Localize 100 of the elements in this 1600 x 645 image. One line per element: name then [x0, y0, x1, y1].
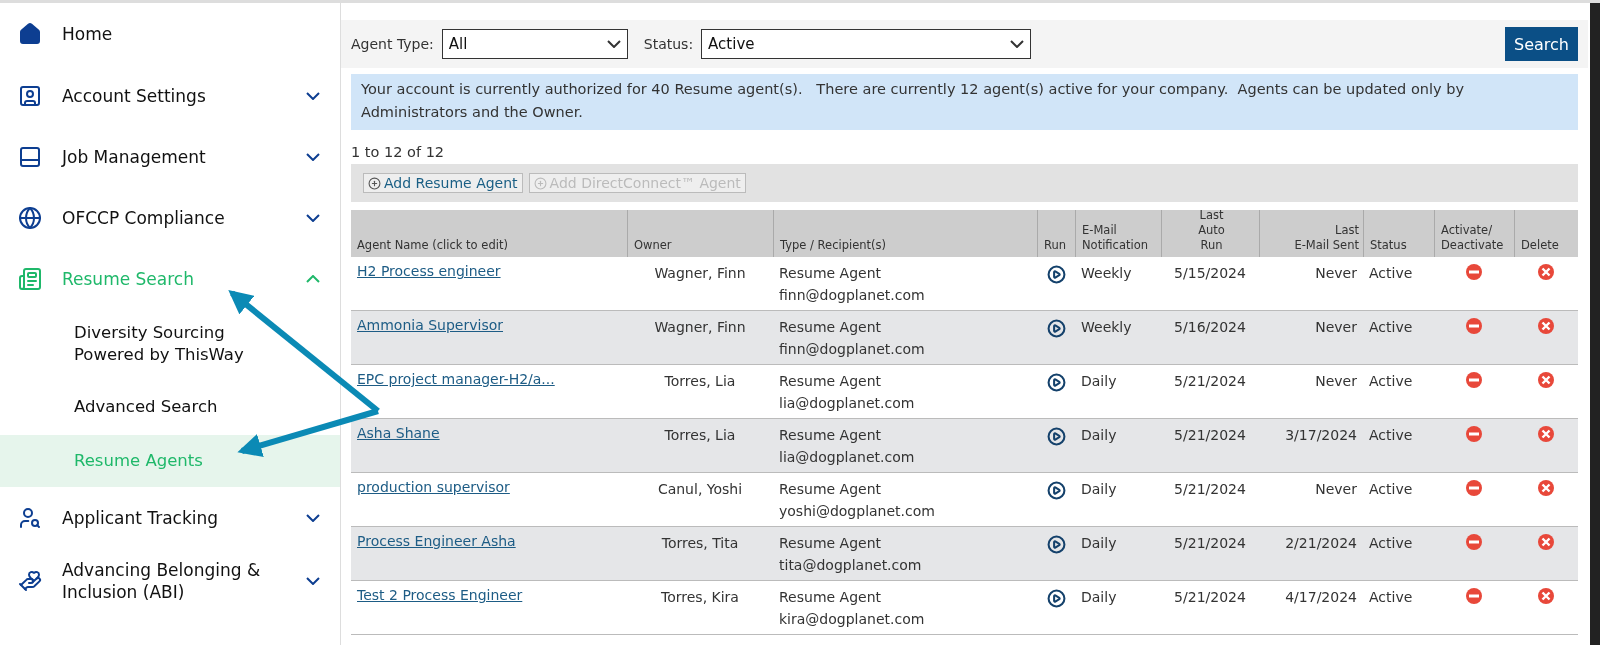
close-circle-icon[interactable] — [1537, 533, 1555, 551]
close-circle-icon[interactable] — [1537, 587, 1555, 605]
last-auto-run-cell-text: 5/16/2024 — [1174, 318, 1246, 337]
status-cell-text: Active — [1369, 264, 1413, 283]
field-label: Status: — [643, 36, 694, 52]
chevron-down-icon — [1010, 40, 1025, 48]
agent-name-link[interactable]: Ammonia Supervisor — [357, 317, 503, 333]
owner-cell-text: Wagner, Finn — [654, 318, 746, 337]
field-label: Agent Type: — [351, 36, 434, 52]
agent-name-link[interactable]: Test 2 Process Engineer — [357, 587, 523, 603]
nav-item[interactable]: Job Management — [0, 126, 340, 187]
agent-name-link[interactable]: EPC project manager-H2/a... — [357, 371, 555, 387]
plus-circle-icon — [533, 176, 547, 190]
recipient-cell-text: yoshi@dogplanet.com — [779, 502, 935, 521]
status-cell-text: Active — [1369, 480, 1413, 499]
status-cell-text: Active — [1369, 372, 1413, 391]
agent-type-select[interactable]: All — [441, 29, 628, 59]
agent-name-link[interactable]: production supervisor — [357, 479, 510, 495]
last-auto-run-cell-text: 5/21/2024 — [1174, 480, 1246, 499]
nav-item[interactable]: Applicant Tracking — [0, 487, 340, 548]
last-auto-run-cell-text: 5/21/2024 — [1174, 426, 1246, 445]
column-header: Owner — [627, 210, 773, 257]
type-cell-text: Resume Agent — [779, 372, 882, 391]
nav-icon — [18, 83, 42, 108]
recipient-cell-text: lia@dogplanet.com — [779, 448, 915, 467]
nav-icon — [18, 266, 42, 291]
recipient-cell-text: lia@dogplanet.com — [779, 394, 915, 413]
last-auto-run-cell-text: 5/21/2024 — [1174, 534, 1246, 553]
recipient-cell-text: finn@dogplanet.com — [779, 340, 925, 359]
status-cell-text: Active — [1369, 426, 1413, 445]
result-count: 1 to 12 of 12 — [351, 144, 446, 160]
add-agent-button[interactable]: Add Resume Agent — [363, 173, 523, 193]
type-cell-text: Resume Agent — [779, 264, 882, 283]
minus-circle-icon[interactable] — [1465, 425, 1483, 443]
last-auto-run-cell-text: 5/21/2024 — [1174, 588, 1246, 607]
nav-item[interactable]: OFCCP Compliance — [0, 187, 340, 248]
notification-cell-text: Weekly — [1081, 318, 1132, 337]
notification-cell-text: Daily — [1081, 588, 1117, 607]
type-cell-text: Resume Agent — [779, 480, 882, 499]
recipient-cell-text: finn@dogplanet.com — [779, 286, 925, 305]
close-circle-icon[interactable] — [1537, 371, 1555, 389]
status-cell-text: Active — [1369, 588, 1413, 607]
last-email-sent-cell-text: Never — [1315, 372, 1357, 391]
agent-name-link[interactable]: H2 Process engineer — [357, 263, 501, 279]
notification-cell-text: Daily — [1081, 534, 1117, 553]
minus-circle-icon[interactable] — [1465, 533, 1483, 551]
type-cell-text: Resume Agent — [779, 534, 882, 553]
minus-circle-icon[interactable] — [1465, 317, 1483, 335]
close-circle-icon[interactable] — [1537, 425, 1555, 443]
column-header: Last Auto Run — [1161, 210, 1259, 257]
nav-icon — [18, 569, 42, 593]
minus-circle-icon[interactable] — [1465, 479, 1483, 497]
owner-cell-text: Torres, Tita — [661, 534, 739, 553]
agent-name-link[interactable]: Asha Shane — [357, 425, 440, 441]
run-button[interactable] — [1046, 535, 1066, 554]
run-button[interactable] — [1046, 427, 1066, 446]
type-cell-text: Resume Agent — [779, 588, 882, 607]
last-email-sent-cell-text: Never — [1315, 264, 1357, 283]
column-header: Type / Recipient(s) — [773, 210, 1037, 257]
column-header: Status — [1363, 210, 1434, 257]
close-circle-icon[interactable] — [1537, 263, 1555, 281]
run-button[interactable] — [1046, 373, 1066, 392]
nav-icon — [18, 144, 42, 169]
last-email-sent-cell-text: 3/17/2024 — [1285, 426, 1357, 445]
recipient-cell-text: tita@dogplanet.com — [779, 556, 922, 575]
column-header: Last E-Mail Sent — [1259, 210, 1363, 257]
recipient-cell-text: kira@dogplanet.com — [779, 610, 925, 629]
nav-icon — [18, 505, 42, 530]
status-select[interactable]: Active — [701, 29, 1032, 59]
nav-icon — [18, 22, 42, 46]
notification-cell-text: Daily — [1081, 372, 1117, 391]
minus-circle-icon[interactable] — [1465, 587, 1483, 605]
run-button[interactable] — [1046, 589, 1066, 608]
column-header: Activate/ Deactivate — [1434, 210, 1514, 257]
owner-cell-text: Torres, Kira — [661, 588, 739, 607]
close-circle-icon[interactable] — [1537, 317, 1555, 335]
owner-cell-text: Torres, Lia — [664, 372, 736, 391]
status-cell-text: Active — [1369, 318, 1413, 337]
run-button[interactable] — [1046, 481, 1066, 500]
column-header: E-Mail Notification — [1075, 210, 1161, 257]
minus-circle-icon[interactable] — [1465, 371, 1483, 389]
column-header: Delete — [1514, 210, 1578, 257]
nav-subitem[interactable]: Diversity Sourcing Powered by ThisWay — [0, 309, 340, 379]
last-auto-run-cell-text: 5/15/2024 — [1174, 264, 1246, 283]
search-button[interactable]: Search — [1505, 27, 1578, 61]
owner-cell-text: Wagner, Finn — [654, 264, 746, 283]
close-circle-icon[interactable] — [1537, 479, 1555, 497]
agent-name-link[interactable]: Process Engineer Asha — [357, 533, 516, 549]
run-button[interactable] — [1046, 319, 1066, 338]
column-header: Agent Name (click to edit) — [351, 210, 627, 257]
nav-item[interactable]: Advancing Belonging & Inclusion (ABI) — [0, 548, 340, 614]
run-button[interactable] — [1046, 265, 1066, 284]
owner-cell-text: Torres, Lia — [664, 426, 736, 445]
plus-circle-icon — [368, 176, 381, 190]
nav-item[interactable]: Account Settings — [0, 65, 340, 126]
nav-item[interactable]: Home — [0, 3, 340, 65]
type-cell-text: Resume Agent — [779, 318, 882, 337]
last-email-sent-cell-text: Never — [1315, 318, 1357, 337]
nav-subitem[interactable]: Advanced Search — [0, 379, 340, 435]
minus-circle-icon[interactable] — [1465, 263, 1483, 281]
